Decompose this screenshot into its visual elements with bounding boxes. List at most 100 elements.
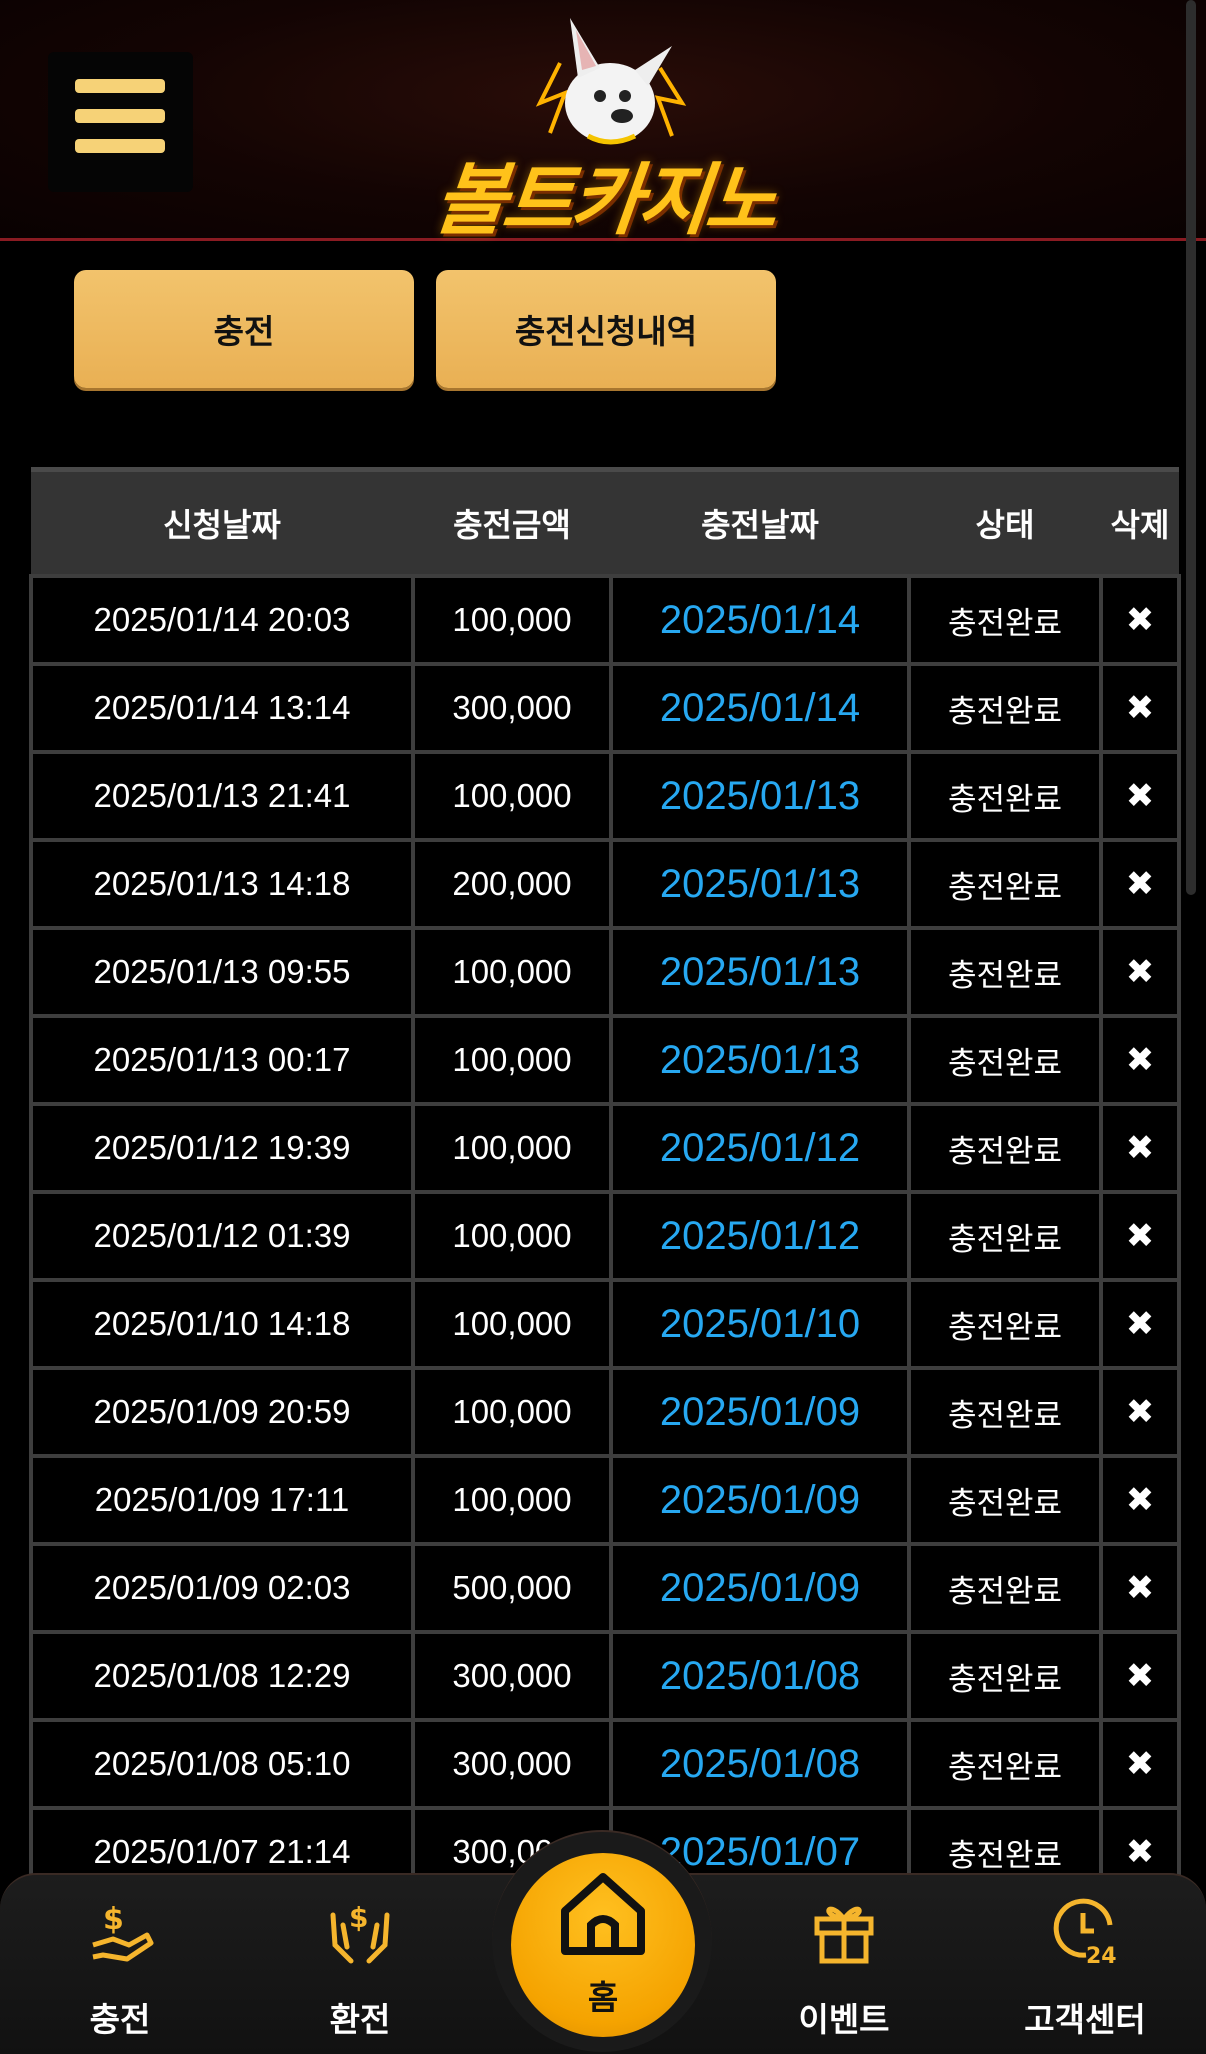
charged-date-cell[interactable]: 2025/01/08 xyxy=(609,1630,911,1722)
charged-date-cell[interactable]: 2025/01/14 xyxy=(609,574,911,666)
status-cell: 충전완료 xyxy=(907,750,1103,842)
delete-cell: ✖ xyxy=(1099,662,1181,754)
table-row: 2025/01/13 21:41 100,000 2025/01/13 충전완료 ✖ xyxy=(29,750,1181,842)
delete-x-icon[interactable]: ✖ xyxy=(1126,1129,1155,1167)
charge-history-button[interactable]: 충전신청내역 xyxy=(436,270,776,388)
delete-x-icon[interactable]: ✖ xyxy=(1126,689,1155,727)
status-cell: 충전완료 xyxy=(907,1542,1103,1634)
table-row: 2025/01/13 09:55 100,000 2025/01/13 충전완료 ✖ xyxy=(29,926,1181,1018)
gift-icon xyxy=(814,1906,874,1964)
amount-cell: 100,000 xyxy=(411,1366,613,1458)
column-header-amount: 충전금액 xyxy=(413,467,611,576)
charge-button[interactable]: 충전 xyxy=(74,270,414,388)
charged-date-cell[interactable]: 2025/01/13 xyxy=(609,838,911,930)
charged-date-cell[interactable]: 2025/01/09 xyxy=(609,1542,911,1634)
delete-x-icon[interactable]: ✖ xyxy=(1126,1305,1155,1343)
delete-x-icon[interactable]: ✖ xyxy=(1126,865,1155,903)
charged-date-cell[interactable]: 2025/01/13 xyxy=(609,750,911,842)
withdraw-hands-icon: $ xyxy=(330,1901,390,1964)
amount-cell: 100,000 xyxy=(411,1454,613,1546)
amount-cell: 300,000 xyxy=(411,1718,613,1810)
charged-date-cell[interactable]: 2025/01/13 xyxy=(609,1014,911,1106)
column-header-requested-date: 신청날짜 xyxy=(31,467,413,576)
table-row: 2025/01/08 05:10 300,000 2025/01/08 충전완료 ✖ xyxy=(29,1718,1181,1810)
app-header: 볼트카지노 xyxy=(0,0,1206,246)
nav-deposit[interactable]: $ 충전 xyxy=(20,1875,220,2054)
amount-cell: 200,000 xyxy=(411,838,613,930)
delete-cell: ✖ xyxy=(1099,1366,1181,1458)
table-row: 2025/01/14 13:14 300,000 2025/01/14 충전완료 ✖ xyxy=(29,662,1181,754)
scrollbar[interactable] xyxy=(1186,0,1196,895)
charged-date-cell[interactable]: 2025/01/08 xyxy=(609,1718,911,1810)
requested-date-cell: 2025/01/13 14:18 xyxy=(29,838,415,930)
status-cell: 충전완료 xyxy=(907,838,1103,930)
svg-text:$: $ xyxy=(349,1901,368,1934)
delete-cell: ✖ xyxy=(1099,926,1181,1018)
charged-date-cell[interactable]: 2025/01/12 xyxy=(609,1102,911,1194)
status-cell: 충전완료 xyxy=(907,1278,1103,1370)
delete-cell: ✖ xyxy=(1099,1718,1181,1810)
table-row: 2025/01/09 20:59 100,000 2025/01/09 충전완료 ✖ xyxy=(29,1366,1181,1458)
logo[interactable]: 볼트카지노 xyxy=(410,8,800,246)
table-row: 2025/01/10 14:18 100,000 2025/01/10 충전완료 ✖ xyxy=(29,1278,1181,1370)
amount-cell: 100,000 xyxy=(411,1278,613,1370)
charged-date-cell[interactable]: 2025/01/10 xyxy=(609,1278,911,1370)
delete-x-icon[interactable]: ✖ xyxy=(1126,1217,1155,1255)
amount-cell: 100,000 xyxy=(411,1014,613,1106)
requested-date-cell: 2025/01/08 12:29 xyxy=(29,1630,415,1722)
svg-text:24: 24 xyxy=(1086,1944,1117,1969)
delete-x-icon[interactable]: ✖ xyxy=(1126,1041,1155,1079)
home-icon xyxy=(561,1873,645,1955)
delete-cell: ✖ xyxy=(1099,1014,1181,1106)
delete-x-icon[interactable]: ✖ xyxy=(1126,1393,1155,1431)
table-row: 2025/01/14 20:03 100,000 2025/01/14 충전완료 ✖ xyxy=(29,574,1181,666)
nav-withdraw[interactable]: $ 환전 xyxy=(260,1875,460,2054)
requested-date-cell: 2025/01/13 00:17 xyxy=(29,1014,415,1106)
charged-date-cell[interactable]: 2025/01/12 xyxy=(609,1190,911,1282)
nav-withdraw-label: 환전 xyxy=(329,2000,391,2039)
requested-date-cell: 2025/01/09 17:11 xyxy=(29,1454,415,1546)
requested-date-cell: 2025/01/08 05:10 xyxy=(29,1718,415,1810)
table-row: 2025/01/13 14:18 200,000 2025/01/13 충전완료 ✖ xyxy=(29,838,1181,930)
delete-x-icon[interactable]: ✖ xyxy=(1126,1481,1155,1519)
nav-event[interactable]: 이벤트 xyxy=(744,1875,944,2054)
delete-x-icon[interactable]: ✖ xyxy=(1126,953,1155,991)
hamburger-menu-button[interactable] xyxy=(48,52,193,192)
requested-date-cell: 2025/01/09 02:03 xyxy=(29,1542,415,1634)
delete-cell: ✖ xyxy=(1099,838,1181,930)
amount-cell: 100,000 xyxy=(411,750,613,842)
delete-x-icon[interactable]: ✖ xyxy=(1126,1569,1155,1607)
column-header-delete: 삭제 xyxy=(1101,467,1179,576)
table-row: 2025/01/12 19:39 100,000 2025/01/12 충전완료 ✖ xyxy=(29,1102,1181,1194)
nav-support[interactable]: 24 고객센터 xyxy=(985,1875,1185,2054)
column-header-charged-date: 충전날짜 xyxy=(611,467,909,576)
charged-date-cell[interactable]: 2025/01/14 xyxy=(609,662,911,754)
amount-cell: 100,000 xyxy=(411,574,613,666)
charged-date-cell[interactable]: 2025/01/13 xyxy=(609,926,911,1018)
charged-date-cell[interactable]: 2025/01/09 xyxy=(609,1366,911,1458)
status-cell: 충전완료 xyxy=(907,574,1103,666)
delete-x-icon[interactable]: ✖ xyxy=(1126,1657,1155,1695)
table-row: 2025/01/12 01:39 100,000 2025/01/12 충전완료 ✖ xyxy=(29,1190,1181,1282)
table-row: 2025/01/09 02:03 500,000 2025/01/09 충전완료 ✖ xyxy=(29,1542,1181,1634)
charge-history-table: 신청날짜 충전금액 충전날짜 상태 삭제 2025/01/14 20:03 100… xyxy=(29,467,1181,1898)
amount-cell: 100,000 xyxy=(411,926,613,1018)
delete-x-icon[interactable]: ✖ xyxy=(1126,1745,1155,1783)
menu-line xyxy=(75,79,165,93)
status-cell: 충전완료 xyxy=(907,662,1103,754)
delete-x-icon[interactable]: ✖ xyxy=(1126,1833,1155,1871)
amount-cell: 100,000 xyxy=(411,1190,613,1282)
delete-cell: ✖ xyxy=(1099,1542,1181,1634)
menu-line xyxy=(75,109,165,123)
status-cell: 충전완료 xyxy=(907,1014,1103,1106)
delete-x-icon[interactable]: ✖ xyxy=(1126,777,1155,815)
column-header-status: 상태 xyxy=(909,467,1101,576)
delete-x-icon[interactable]: ✖ xyxy=(1126,601,1155,639)
deposit-hand-icon: $ xyxy=(92,1902,154,1962)
delete-cell: ✖ xyxy=(1099,1454,1181,1546)
requested-date-cell: 2025/01/10 14:18 xyxy=(29,1278,415,1370)
charged-date-cell[interactable]: 2025/01/09 xyxy=(609,1454,911,1546)
delete-cell: ✖ xyxy=(1099,1190,1181,1282)
status-cell: 충전완료 xyxy=(907,1630,1103,1722)
nav-home[interactable]: 홈 xyxy=(511,1853,695,2037)
